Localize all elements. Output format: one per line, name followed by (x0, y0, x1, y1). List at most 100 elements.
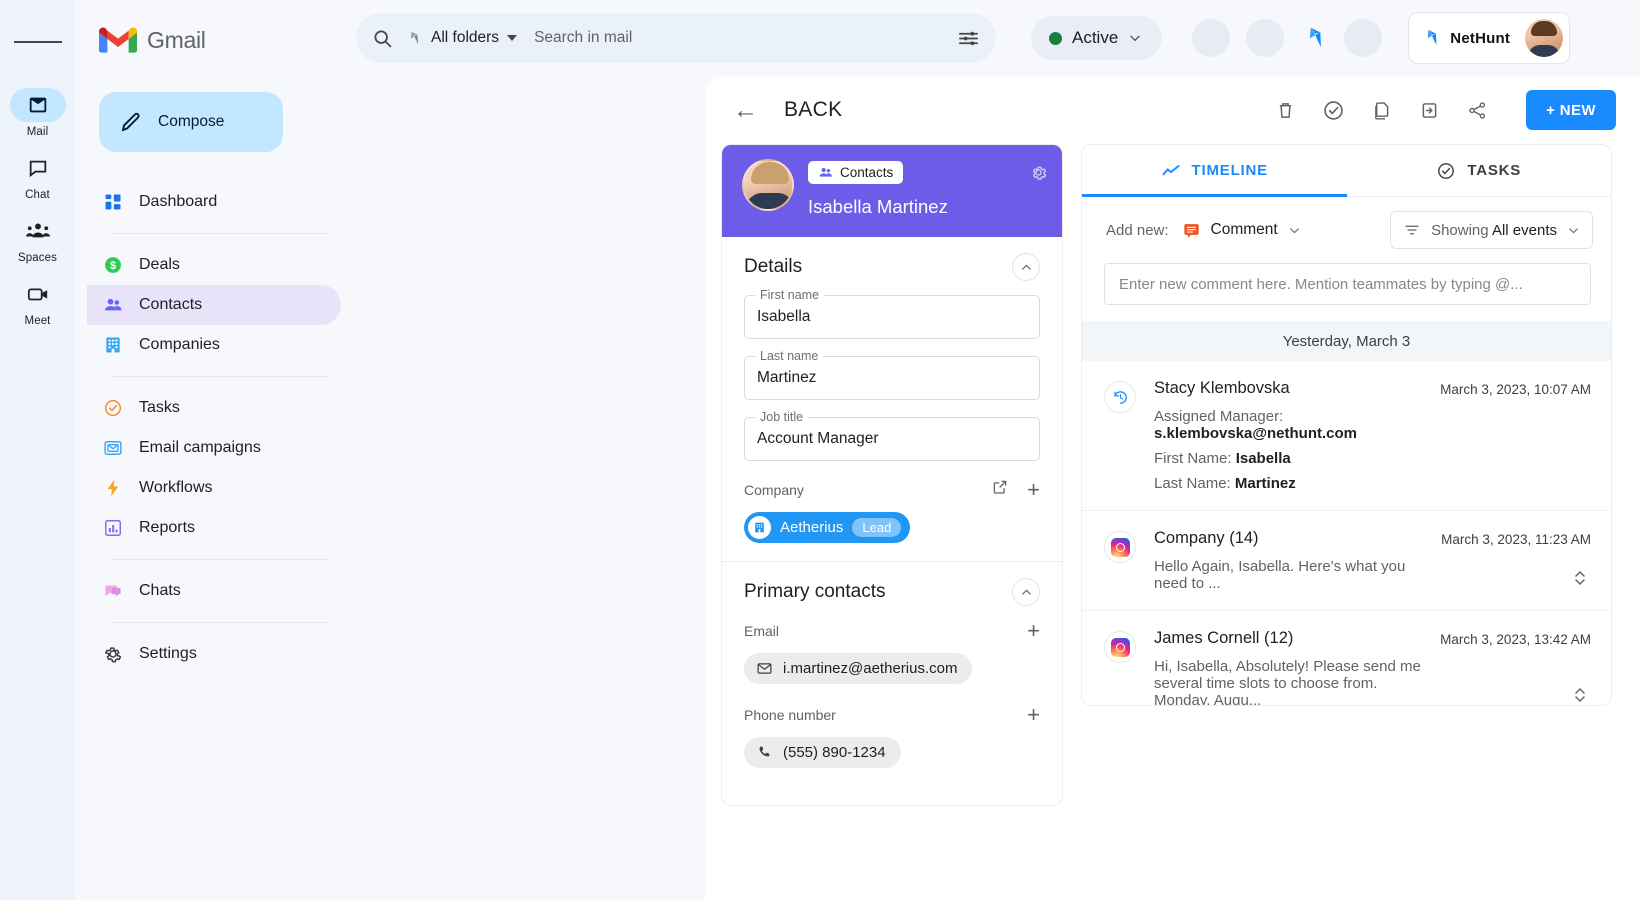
timeline-event-expand-button[interactable] (1573, 569, 1587, 592)
back-arrow-icon[interactable]: ← (733, 98, 758, 123)
company-label-row: Company + (744, 478, 1040, 501)
rail-item-chat[interactable]: Chat (6, 151, 70, 201)
status-select[interactable]: Active (1031, 16, 1162, 60)
share-icon[interactable] (1464, 97, 1490, 123)
tab-timeline[interactable]: TIMELINE (1082, 145, 1347, 196)
add-phone-button[interactable]: + (1027, 704, 1040, 726)
delete-icon[interactable] (1272, 97, 1298, 123)
rail-item-spaces[interactable]: Spaces (6, 214, 70, 264)
record-header: Contacts Isabella Martinez (722, 145, 1062, 237)
email-value[interactable]: i.martinez@aetherius.com (744, 653, 972, 684)
last-name-label: Last name (755, 349, 823, 363)
instagram-icon (1104, 531, 1136, 563)
rail-item-label: Chat (25, 189, 50, 201)
rail-item-meet[interactable]: Meet (6, 277, 70, 327)
timeline-event[interactable]: James Cornell (12) Hi, Isabella, Absolut… (1082, 611, 1611, 706)
sidebar-item-label: Companies (139, 336, 220, 354)
line-value: Martinez (1235, 475, 1296, 492)
new-button[interactable]: + NEW (1526, 90, 1616, 130)
timeline-event-body: Company (14) Hello Again, Isabella. Here… (1154, 529, 1425, 592)
back-label[interactable]: BACK (784, 98, 842, 122)
nethunt-icon[interactable] (1300, 24, 1328, 52)
sidebar-item-companies[interactable]: Companies (87, 325, 341, 365)
sidebar-item-dashboard[interactable]: Dashboard (87, 182, 341, 222)
sidebar-divider (111, 559, 329, 560)
sidebar-item-settings[interactable]: Settings (87, 634, 341, 674)
job-title-field[interactable]: Job title (744, 417, 1040, 461)
sidebar-item-label: Dashboard (139, 193, 217, 211)
phone-label-row: Phone number + (744, 704, 1040, 726)
events-filter-button[interactable]: Showing All events (1390, 211, 1593, 249)
timeline-event[interactable]: Company (14) Hello Again, Isabella. Here… (1082, 511, 1611, 611)
sidebar-item-label: Settings (139, 645, 197, 663)
last-name-field[interactable]: Last name (744, 356, 1040, 400)
sidebar-item-label: Deals (139, 256, 180, 274)
company-tag[interactable]: Aetherius Lead (744, 512, 910, 543)
nethunt-logo-button[interactable]: NetHunt (1408, 12, 1570, 64)
record-type-chip[interactable]: Contacts (808, 161, 903, 184)
status-label: Active (1072, 28, 1118, 48)
chevron-up-icon (1020, 261, 1033, 274)
placeholder-icon-2[interactable] (1246, 19, 1284, 57)
status-dot-icon (1049, 32, 1062, 45)
job-title-input[interactable] (757, 430, 1027, 448)
comment-input-box[interactable] (1104, 263, 1591, 305)
avatar[interactable] (1525, 19, 1563, 57)
search-input[interactable] (534, 29, 946, 47)
phone-value[interactable]: (555) 890-1234 (744, 737, 901, 768)
compose-button[interactable]: Compose (99, 92, 283, 152)
details-section-header: Details (744, 253, 1040, 281)
gmail-brand: Gmail (75, 14, 353, 62)
complete-icon[interactable] (1320, 97, 1346, 123)
record-toolbar: + NEW (1272, 90, 1616, 130)
sidebar-item-chats[interactable]: Chats (87, 571, 341, 611)
search-options-icon[interactable] (957, 27, 980, 50)
add-new-type-select[interactable]: Comment (1182, 221, 1301, 240)
gmail-logo-icon (99, 26, 137, 55)
details-collapse-button[interactable] (1012, 253, 1040, 281)
search-bar[interactable]: All folders (356, 13, 996, 63)
company-building-icon (748, 516, 771, 539)
placeholder-icon-1[interactable] (1192, 19, 1230, 57)
contacts-icon (103, 295, 123, 315)
placeholder-icon-3[interactable] (1344, 19, 1382, 57)
sidebar-item-label: Reports (139, 519, 195, 537)
folder-scope-select[interactable]: All folders (404, 29, 517, 48)
sidebar-item-contacts[interactable]: Contacts (87, 285, 341, 325)
record-name: Isabella Martinez (808, 196, 948, 218)
copy-icon[interactable] (1368, 97, 1394, 123)
sidebar-item-reports[interactable]: Reports (87, 508, 341, 548)
record-avatar[interactable] (742, 159, 794, 211)
sidebar-item-email-campaigns[interactable]: Email campaigns (87, 428, 341, 468)
hamburger-icon[interactable] (14, 18, 62, 66)
compose-label: Compose (158, 113, 224, 131)
chevron-down-icon (507, 35, 517, 41)
open-company-icon[interactable] (991, 478, 1009, 501)
comment-input[interactable] (1119, 276, 1576, 293)
primary-contacts-section: Primary contacts Email + (722, 562, 1062, 786)
spaces-icon (26, 220, 50, 242)
tasks-check-icon (1436, 161, 1456, 181)
add-email-button[interactable]: + (1027, 620, 1040, 642)
first-name-field[interactable]: First name (744, 295, 1040, 339)
timeline-event-title: James Cornell (12) (1154, 629, 1424, 648)
first-name-label: First name (755, 288, 824, 302)
line-value: Isabella (1236, 450, 1291, 467)
timeline-event[interactable]: Stacy Klembovska Assigned Manager: s.kle… (1082, 361, 1611, 511)
companies-icon (103, 335, 123, 355)
last-name-input[interactable] (757, 369, 1027, 387)
tab-tasks[interactable]: TASKS (1347, 145, 1612, 196)
rail-item-mail[interactable]: Mail (6, 88, 70, 138)
add-company-button[interactable]: + (1027, 479, 1040, 501)
primary-contacts-collapse-button[interactable] (1012, 578, 1040, 606)
timeline-pane: TIMELINE TASKS Add new: (1081, 144, 1612, 706)
sidebar-item-workflows[interactable]: Workflows (87, 468, 341, 508)
move-to-folder-icon[interactable] (1416, 97, 1442, 123)
company-name: Aetherius (780, 519, 843, 536)
pencil-icon (119, 110, 143, 134)
sidebar-item-deals[interactable]: $ Deals (87, 245, 341, 285)
sidebar-item-tasks[interactable]: Tasks (87, 388, 341, 428)
timeline-event-expand-button[interactable] (1573, 686, 1587, 706)
gear-icon[interactable] (1029, 163, 1048, 187)
first-name-input[interactable] (757, 308, 1027, 326)
